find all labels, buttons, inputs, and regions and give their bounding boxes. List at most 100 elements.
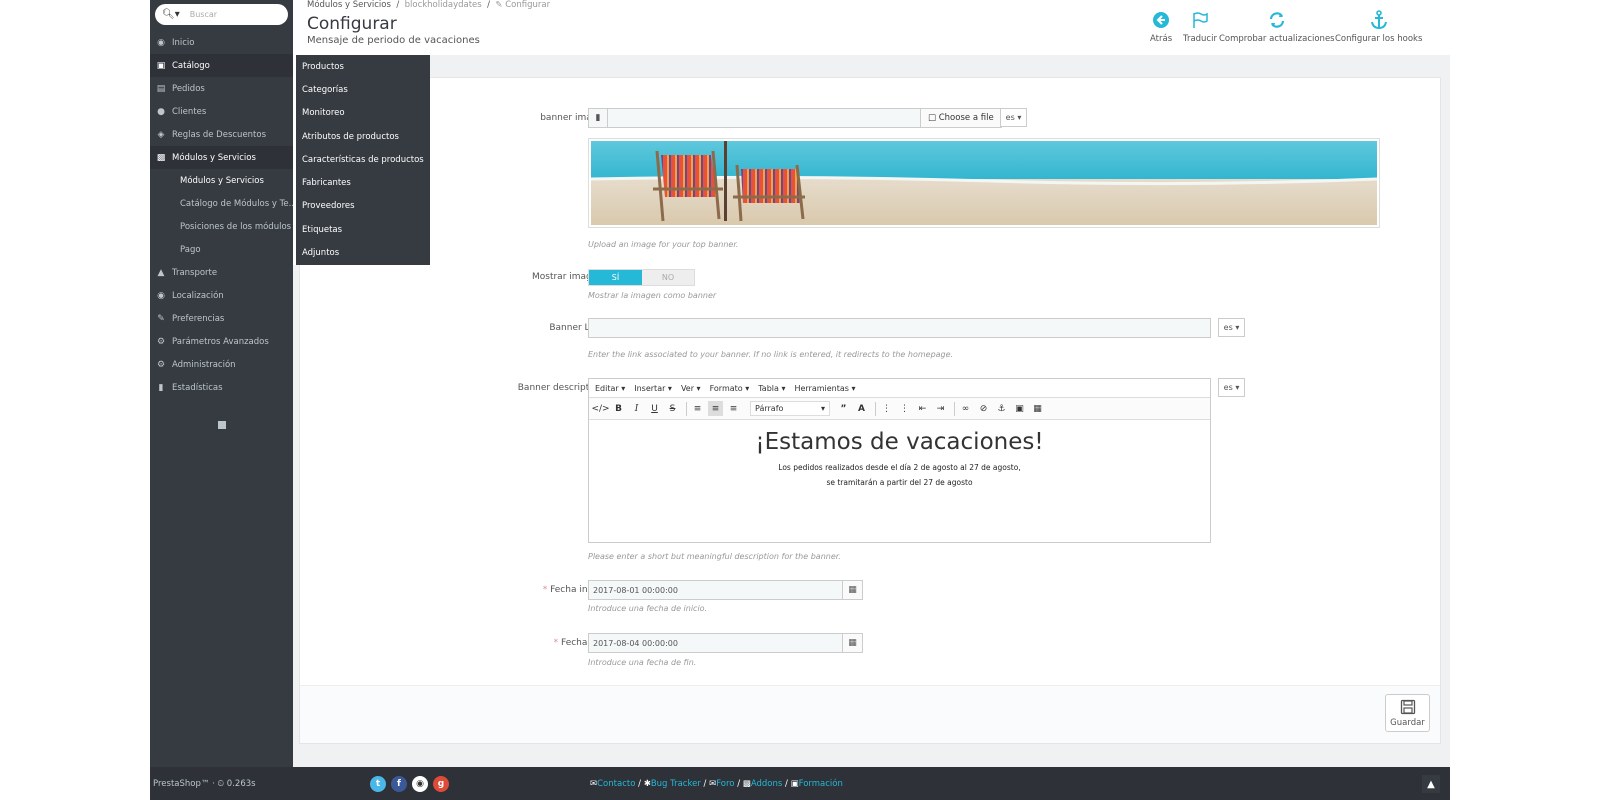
sidebar-item-preferencias[interactable]: ✎ Preferencias: [150, 307, 293, 330]
bold-icon[interactable]: B: [611, 401, 626, 416]
sidebar-item-administracion[interactable]: ⚙ Administración: [150, 353, 293, 376]
sidebar-item-modulos[interactable]: ▩ Módulos y Servicios: [150, 146, 293, 169]
unlink-icon[interactable]: ⊘: [976, 401, 991, 416]
credit-card-icon: ▤: [156, 83, 166, 94]
banner-image-file-input[interactable]: ▮ □ Choose a file: [588, 108, 1002, 128]
collapse-menu-button[interactable]: [218, 421, 226, 429]
flyout-item-monitoreo[interactable]: Monitoreo: [296, 102, 430, 125]
anchor-icon: [1370, 10, 1388, 30]
flyout-item-etiquetas[interactable]: Etiquetas: [296, 218, 430, 241]
menu-formato[interactable]: Formato ▾: [710, 384, 750, 393]
sidebar-item-label: Inicio: [172, 37, 195, 48]
format-select[interactable]: Párrafo ▾: [750, 401, 830, 416]
menu-ver[interactable]: Ver ▾: [681, 384, 701, 393]
indent-icon[interactable]: ⇥: [933, 401, 948, 416]
sidebar-subitem-posiciones[interactable]: Posiciones de los módulos: [150, 215, 293, 238]
menu-editar[interactable]: Editar ▾: [595, 384, 625, 393]
banner-description-lang-dropdown[interactable]: es ▾: [1218, 378, 1245, 397]
facebook-icon[interactable]: f: [391, 776, 407, 792]
menu-tabla[interactable]: Tabla ▾: [758, 384, 785, 393]
calendar-icon[interactable]: ▦: [842, 581, 862, 599]
align-left-icon[interactable]: ≡: [690, 401, 705, 416]
outdent-icon[interactable]: ⇤: [915, 401, 930, 416]
sidebar-item-localizacion[interactable]: ◉ Localización: [150, 284, 293, 307]
translate-button[interactable]: Traducir: [1183, 10, 1217, 44]
page-header: Módulos y Servicios / blockholidaydates …: [293, 0, 1450, 55]
save-button[interactable]: Guardar: [1385, 694, 1430, 732]
footer-link-formacion[interactable]: Formación: [799, 779, 843, 789]
sidebar-subitem-modulos[interactable]: Módulos y Servicios: [150, 169, 293, 192]
italic-icon[interactable]: I: [629, 401, 644, 416]
footer-link-addons[interactable]: Addons: [751, 779, 782, 789]
breadcrumb-item[interactable]: Módulos y Servicios: [307, 0, 391, 10]
strikethrough-icon[interactable]: S: [665, 401, 680, 416]
align-right-icon[interactable]: ≡: [726, 401, 741, 416]
calendar-icon[interactable]: ▦: [842, 634, 862, 652]
flyout-item-proveedores[interactable]: Proveedores: [296, 195, 430, 218]
media-icon[interactable]: ▣: [1012, 401, 1027, 416]
numbered-list-icon[interactable]: ⋮: [897, 401, 912, 416]
editor-content[interactable]: ¡Estamos de vacaciones! Los pedidos real…: [589, 420, 1210, 487]
breadcrumb-item[interactable]: blockholidaydates: [405, 0, 482, 10]
footer-link-foro[interactable]: Foro: [716, 779, 734, 789]
flyout-item-caracteristicas[interactable]: Características de productos: [296, 148, 430, 171]
bullet-list-icon[interactable]: ⋮: [879, 401, 894, 416]
link-icon[interactable]: ∞: [958, 401, 973, 416]
sidebar-item-clientes[interactable]: ● Clientes: [150, 100, 293, 123]
text-color-icon[interactable]: A: [854, 401, 869, 416]
bar-chart-icon: ▮: [158, 382, 164, 393]
sidebar-item-estadisticas[interactable]: ▮ Estadísticas: [150, 376, 293, 399]
source-code-icon[interactable]: </>: [591, 401, 609, 416]
sidebar-item-transporte[interactable]: ▲ Transporte: [150, 261, 293, 284]
footer-link-contacto[interactable]: Contacto: [597, 779, 635, 789]
footer-link-bug-tracker[interactable]: Bug Tracker: [651, 779, 701, 789]
dashboard-icon: ◉: [157, 37, 165, 48]
github-icon[interactable]: ◉: [412, 776, 428, 792]
start-date-input[interactable]: 2017-08-01 00:00:00 ▦: [588, 580, 863, 600]
switch-yes[interactable]: SÍ: [589, 270, 642, 285]
back-button[interactable]: Atrás: [1150, 10, 1172, 44]
switch-no[interactable]: NO: [642, 270, 694, 285]
banner-link-help: Enter the link associated to your banner…: [588, 350, 954, 359]
quote-icon[interactable]: ”: [836, 401, 851, 416]
search-icon[interactable]: 🔍︎▾: [162, 9, 180, 20]
scroll-top-arrow-icon[interactable]: ▲: [1422, 775, 1440, 793]
banner-image-lang-dropdown[interactable]: es ▾: [1000, 108, 1027, 127]
configure-hooks-button[interactable]: Configurar los hooks: [1335, 10, 1422, 44]
flyout-item-adjuntos[interactable]: Adjuntos: [296, 241, 430, 264]
book-icon: ▣: [790, 779, 799, 789]
page-footer: PrestaShop™ · ⏲ 0.263s t f ◉ g ✉Contacto…: [150, 767, 1450, 800]
flyout-item-atributos[interactable]: Atributos de productos: [296, 125, 430, 148]
anchor-icon[interactable]: ⚓︎: [994, 401, 1009, 416]
banner-link-lang-dropdown[interactable]: es ▾: [1218, 318, 1245, 337]
choose-file-button[interactable]: □ Choose a file: [921, 108, 1002, 128]
check-updates-button[interactable]: Comprobar actualizaciones: [1219, 10, 1335, 44]
save-label: Guardar: [1390, 717, 1425, 728]
sidebar-item-catalogo[interactable]: ▣ Catálogo: [150, 54, 293, 77]
align-center-icon[interactable]: ≡: [708, 401, 723, 416]
menu-herramientas[interactable]: Herramientas ▾: [794, 384, 855, 393]
configuration-panel: banner image ▮ □ Choose a file es ▾ Uplo…: [299, 77, 1441, 744]
sidebar-item-inicio[interactable]: ◉ Inicio: [150, 31, 293, 54]
file-icon: ▮: [588, 108, 608, 128]
end-date-input[interactable]: 2017-08-04 00:00:00 ▦: [588, 633, 863, 653]
sidebar-subitem-catalogo-modulos[interactable]: Catálogo de Módulos y Te...: [150, 192, 293, 215]
sidebar-item-pedidos[interactable]: ▤ Pedidos: [150, 77, 293, 100]
banner-link-input[interactable]: [588, 318, 1211, 338]
flyout-item-fabricantes[interactable]: Fabricantes: [296, 171, 430, 194]
search-input[interactable]: 🔍︎▾ Buscar: [155, 4, 288, 25]
flyout-item-productos[interactable]: Productos: [296, 55, 430, 78]
menu-insertar[interactable]: Insertar ▾: [634, 384, 672, 393]
sidebar-item-descuentos[interactable]: ◈ Reglas de Descuentos: [150, 123, 293, 146]
sidebar-item-parametros[interactable]: ⚙ Parámetros Avanzados: [150, 330, 293, 353]
flyout-item-categorias[interactable]: Categorías: [296, 78, 430, 101]
image-icon[interactable]: ▦: [1030, 401, 1045, 416]
file-name-field[interactable]: [608, 108, 921, 128]
google-plus-icon[interactable]: g: [433, 776, 449, 792]
twitter-icon[interactable]: t: [370, 776, 386, 792]
caret-down-icon: ▾: [820, 404, 825, 413]
rich-text-editor[interactable]: Editar ▾ Insertar ▾ Ver ▾ Formato ▾ Tabl…: [588, 378, 1211, 543]
sidebar-subitem-pago[interactable]: Pago: [150, 238, 293, 261]
show-image-switch[interactable]: SÍ NO: [588, 269, 695, 286]
underline-icon[interactable]: U: [647, 401, 662, 416]
